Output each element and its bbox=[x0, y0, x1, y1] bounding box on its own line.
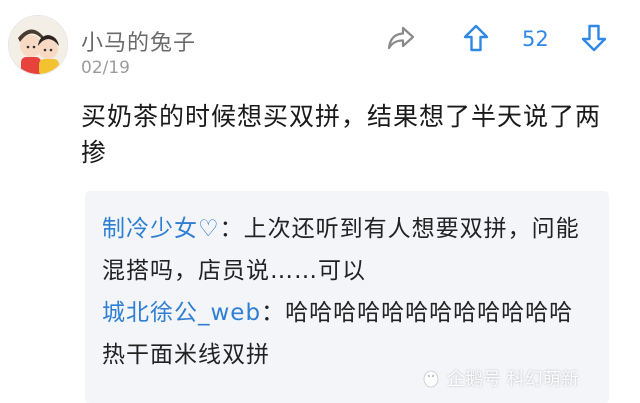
arrow-down-icon bbox=[581, 24, 607, 52]
reply-username[interactable]: 制冷少女♡ bbox=[102, 216, 220, 242]
upvote-button[interactable] bbox=[462, 23, 490, 53]
vote-count: 52 bbox=[522, 27, 549, 51]
comment-text: 买奶茶的时候想买双拼，结果想了半天说了两掺 bbox=[81, 102, 602, 167]
watermark-text: 企鹅号 科幻萌新 bbox=[447, 369, 579, 390]
watermark: 企鹅号 科幻萌新 bbox=[420, 365, 579, 391]
avatar[interactable] bbox=[8, 15, 68, 75]
share-arrow-icon bbox=[387, 26, 415, 50]
post-date: 02/19 bbox=[81, 58, 130, 78]
reply-separator: ： bbox=[219, 216, 244, 242]
reply-username[interactable]: 城北徐公_web bbox=[102, 300, 261, 326]
share-button[interactable] bbox=[386, 24, 416, 52]
downvote-button[interactable] bbox=[580, 23, 608, 53]
penguin-logo-icon bbox=[423, 370, 439, 388]
arrow-up-icon bbox=[463, 24, 489, 52]
username[interactable]: 小马的兔子 bbox=[81, 25, 196, 57]
reply-separator: ： bbox=[261, 300, 286, 326]
avatar-illustration bbox=[9, 16, 67, 74]
reply-item: 制冷少女♡：上次还听到有人想要双拼，问能混搭吗，店员说……可以 bbox=[102, 208, 592, 292]
reply-item: 城北徐公_web：哈哈哈哈哈哈哈哈哈哈哈哈热干面米线双拼 bbox=[102, 292, 592, 376]
